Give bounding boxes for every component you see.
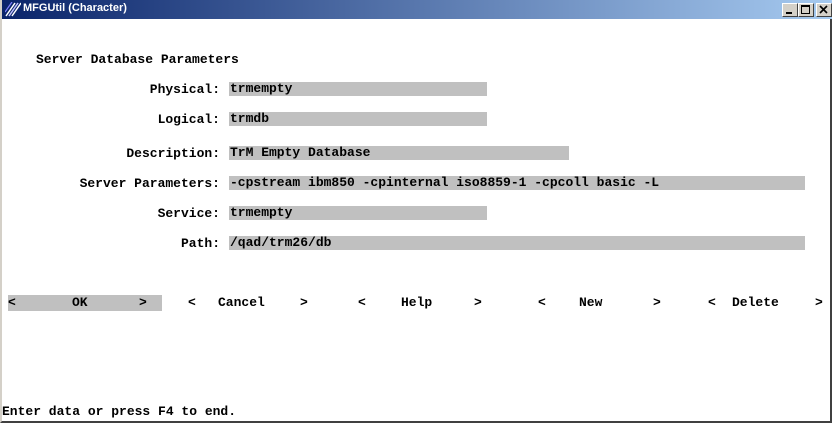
cancel-close-bracket: >: [300, 295, 308, 310]
close-icon: [819, 5, 828, 14]
new-close-bracket: >: [653, 295, 661, 310]
ok-open-bracket: <: [8, 295, 16, 310]
help-button[interactable]: Help: [401, 295, 432, 310]
title-bar[interactable]: MFGUtil (Character): [2, 0, 832, 19]
path-label: Path:: [180, 236, 220, 251]
status-message: Enter data or press F4 to end.: [2, 404, 237, 419]
description-field[interactable]: TrM Empty Database: [229, 146, 569, 160]
cancel-open-bracket: <: [188, 295, 196, 310]
server-parameters-label: Server Parameters:: [79, 176, 220, 191]
cancel-button[interactable]: Cancel: [218, 295, 265, 310]
new-open-bracket: <: [538, 295, 546, 310]
maximize-icon: [801, 5, 810, 14]
path-field[interactable]: /qad/trm26/db: [229, 236, 805, 250]
minimize-icon: [786, 12, 792, 14]
logical-label: Logical:: [157, 112, 220, 127]
description-label: Description:: [126, 146, 220, 161]
service-field[interactable]: trmempty: [229, 206, 487, 220]
maximize-button[interactable]: [798, 3, 814, 17]
delete-open-bracket: <: [708, 295, 716, 310]
ok-button-label[interactable]: OK: [72, 295, 88, 310]
physical-field[interactable]: trmempty: [229, 82, 487, 96]
delete-close-bracket: >: [815, 295, 823, 310]
window-title: MFGUtil (Character): [23, 2, 127, 14]
help-open-bracket: <: [358, 295, 366, 310]
delete-button[interactable]: Delete: [732, 295, 779, 310]
help-close-bracket: >: [474, 295, 482, 310]
form-heading: Server Database Parameters: [36, 52, 239, 67]
minimize-button[interactable]: [782, 3, 798, 17]
close-button[interactable]: [816, 3, 832, 17]
logical-field[interactable]: trmdb: [229, 112, 487, 126]
application-window: MFGUtil (Character) Server Database Para…: [0, 0, 832, 423]
ok-close-bracket: >: [139, 295, 147, 310]
mfg-app-icon: [5, 2, 21, 17]
new-button[interactable]: New: [579, 295, 602, 310]
server-parameters-field[interactable]: -cpstream ibm850 -cpinternal iso8859-1 -…: [229, 176, 805, 190]
physical-label: Physical:: [149, 82, 220, 97]
terminal-screen: Server Database Parameters Physical: trm…: [2, 19, 830, 421]
service-label: Service:: [157, 206, 220, 221]
